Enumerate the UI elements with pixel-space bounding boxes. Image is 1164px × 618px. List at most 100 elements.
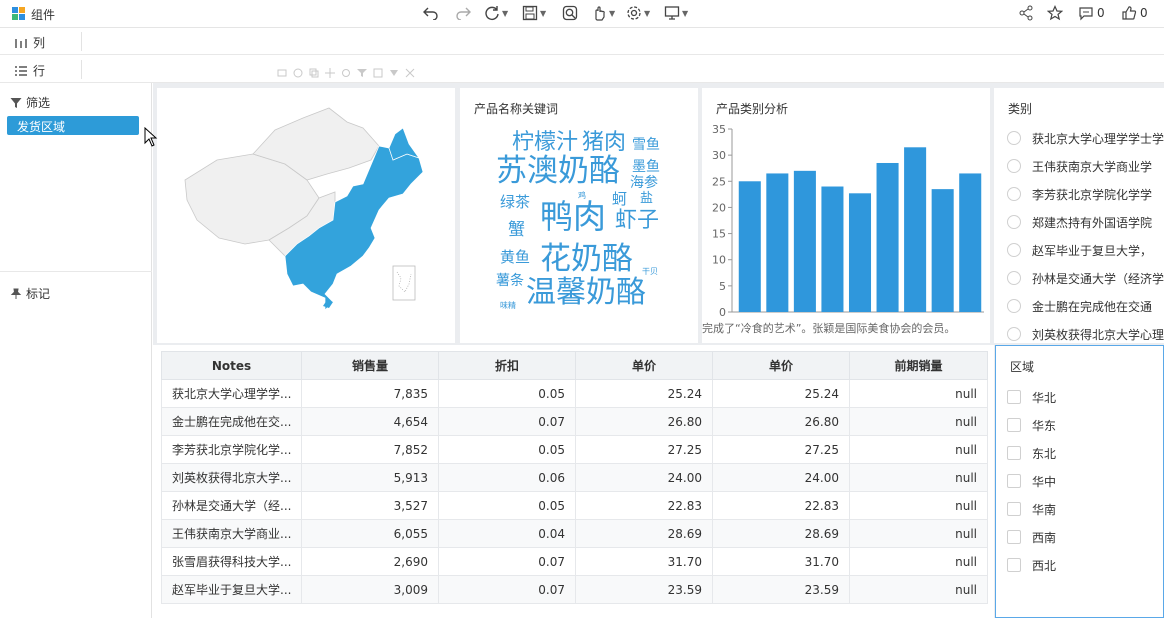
wordcloud-word[interactable]: 猪肉 [582,132,626,154]
settings-button[interactable]: ▼ [626,4,650,22]
category-option-label[interactable]: 李芳获北京学院化学学 [1032,186,1152,203]
fullscreen-icon[interactable] [373,68,383,78]
region-option-label[interactable]: 东北 [1032,445,1056,462]
wordcloud-widget[interactable]: 产品名称关键词 柠檬汁 猪肉 雪鱼 苏澳奶酪 墨鱼 海参 绿茶鸡蚵盐鸭肉 虾子蟹黄鱼 花奶酪 薯条… [460,88,698,343]
bar[interactable] [766,173,789,312]
bar[interactable] [793,170,816,312]
category-radio[interactable] [1007,187,1021,201]
region-option-label[interactable]: 西南 [1032,529,1056,546]
category-radio[interactable] [1007,215,1021,229]
bar[interactable] [738,181,761,312]
category-radio[interactable] [1007,327,1021,341]
refresh-button[interactable]: ▼ [484,4,508,22]
region-option-label[interactable]: 华南 [1032,501,1056,518]
display-button[interactable]: ▼ [664,4,688,22]
table-header-cell[interactable]: 单价 [712,351,850,380]
region-checkbox[interactable] [1007,502,1021,516]
category-radio[interactable] [1007,299,1021,313]
wordcloud-word[interactable]: 绿茶 [500,195,530,210]
category-option-label[interactable]: 郑建杰持有外国语学院 [1032,214,1152,231]
category-option-label[interactable]: 刘英枚获得北京大学心理 [1032,326,1164,343]
map-widget[interactable] [157,88,455,343]
share-button[interactable] [1018,4,1034,22]
category-radio[interactable] [1007,159,1021,173]
table-cell: 张雪眉获得科技大学... [161,547,302,576]
wordcloud-word[interactable]: 薯条 [496,274,524,288]
undo-button[interactable] [423,4,439,22]
like-button[interactable]: 0 [1121,4,1148,22]
table-row[interactable]: 王伟获南京大学商业... 6,055 0.04 28.69 28.69 null [161,519,988,548]
category-option-label[interactable]: 获北京大学心理学学士学 [1032,130,1164,147]
wordcloud-word[interactable]: 盐 [640,192,653,205]
region-option-label[interactable]: 西北 [1032,557,1056,574]
category-radio[interactable] [1007,271,1021,285]
rows-shelf[interactable]: 行 [0,56,1164,83]
wordcloud-word[interactable]: 味精 [500,302,516,310]
wordcloud-word[interactable]: 黄鱼 [500,250,530,265]
region-option-label[interactable]: 华北 [1032,389,1056,406]
bar[interactable] [959,173,982,312]
table-cell: 赵军毕业于复旦大学... [161,575,302,604]
interaction-button[interactable]: ▼ [591,4,615,22]
filter-chip-region[interactable]: 发货区域 [7,116,139,135]
wordcloud-word[interactable]: 苏澳奶酪 [496,156,620,187]
wordcloud-word[interactable]: 雪鱼 [632,138,660,152]
table-header-cell[interactable]: 前期销量 [849,351,988,380]
region-checkbox[interactable] [1007,530,1021,544]
table-header-cell[interactable]: 折扣 [438,351,576,380]
info-icon[interactable] [293,68,303,78]
copy-icon[interactable] [309,68,319,78]
region-checkbox[interactable] [1007,558,1021,572]
bar[interactable] [931,189,954,312]
bar[interactable] [821,186,844,312]
bar-chart-widget[interactable]: 产品类别分析 0 5 10 15 20 25 30 35 完成了“冷食的艺术”。张颖是国际美食… [702,88,990,343]
favorite-button[interactable] [1047,4,1063,22]
bar[interactable] [904,147,927,312]
category-option-label[interactable]: 孙林是交通大学（经济学 [1032,270,1164,287]
wordcloud-word[interactable]: 花奶酪 [540,244,633,275]
table-row[interactable]: 张雪眉获得科技大学... 2,690 0.07 31.70 31.70 null [161,547,988,576]
category-option-label[interactable]: 赵军毕业于复旦大学， [1032,242,1152,259]
wordcloud-word[interactable]: 鸭肉 [540,200,606,233]
wordcloud-word[interactable]: 蟹 [508,222,525,239]
table-row[interactable]: 刘英枚获得北京大学... 5,913 0.06 24.00 24.00 null [161,463,988,492]
region-option-label[interactable]: 华中 [1032,473,1056,490]
category-option-label[interactable]: 王伟获南京大学商业学 [1032,158,1152,175]
columns-shelf[interactable]: 列 [0,28,1164,55]
move-icon[interactable] [325,68,335,78]
table-row[interactable]: 赵军毕业于复旦大学... 3,009 0.07 23.59 23.59 null [161,575,988,604]
category-option-label[interactable]: 金士鹏在完成他在交通 [1032,298,1152,315]
comment-button[interactable]: 0 [1078,4,1105,22]
close-icon[interactable] [405,68,415,78]
region-checkbox[interactable] [1007,390,1021,404]
save-button[interactable]: ▼ [522,4,546,22]
table-row[interactable]: 李芳获北京学院化学... 7,852 0.05 27.25 27.25 null [161,435,988,464]
category-radio[interactable] [1007,243,1021,257]
table-header-cell[interactable]: Notes [161,351,302,380]
wordcloud-word[interactable]: 海参 [630,176,658,190]
gear-icon[interactable] [341,68,351,78]
table-header-cell[interactable]: 销售量 [301,351,439,380]
table-row[interactable]: 获北京大学心理学学... 7,835 0.05 25.24 25.24 null [161,379,988,408]
region-checkbox[interactable] [1007,446,1021,460]
wordcloud-word[interactable]: 温馨奶酪 [526,278,646,308]
region-option-label[interactable]: 华东 [1032,417,1056,434]
link-icon[interactable] [277,68,287,78]
bar[interactable] [876,162,899,312]
wordcloud-word[interactable]: 墨鱼 [632,160,660,174]
redo-button[interactable] [455,4,471,22]
table-header-cell[interactable]: 单价 [575,351,713,380]
wordcloud-word[interactable]: 蚵 [612,192,627,207]
filter-icon[interactable] [357,68,367,78]
table-cell: 王伟获南京大学商业... [161,519,302,548]
table-row[interactable]: 金士鹏在完成他在交... 4,654 0.07 26.80 26.80 null [161,407,988,436]
bar[interactable] [848,193,872,312]
dropdown-icon[interactable] [389,68,399,78]
table-row[interactable]: 孙林是交通大学（经... 3,527 0.05 22.83 22.83 null [161,491,988,520]
wordcloud-word[interactable]: 虾子 [615,210,659,232]
region-checkbox[interactable] [1007,474,1021,488]
wordcloud-word[interactable]: 柠檬汁 [512,132,578,154]
region-checkbox[interactable] [1007,418,1021,432]
preview-button[interactable] [562,4,578,22]
category-radio[interactable] [1007,131,1021,145]
